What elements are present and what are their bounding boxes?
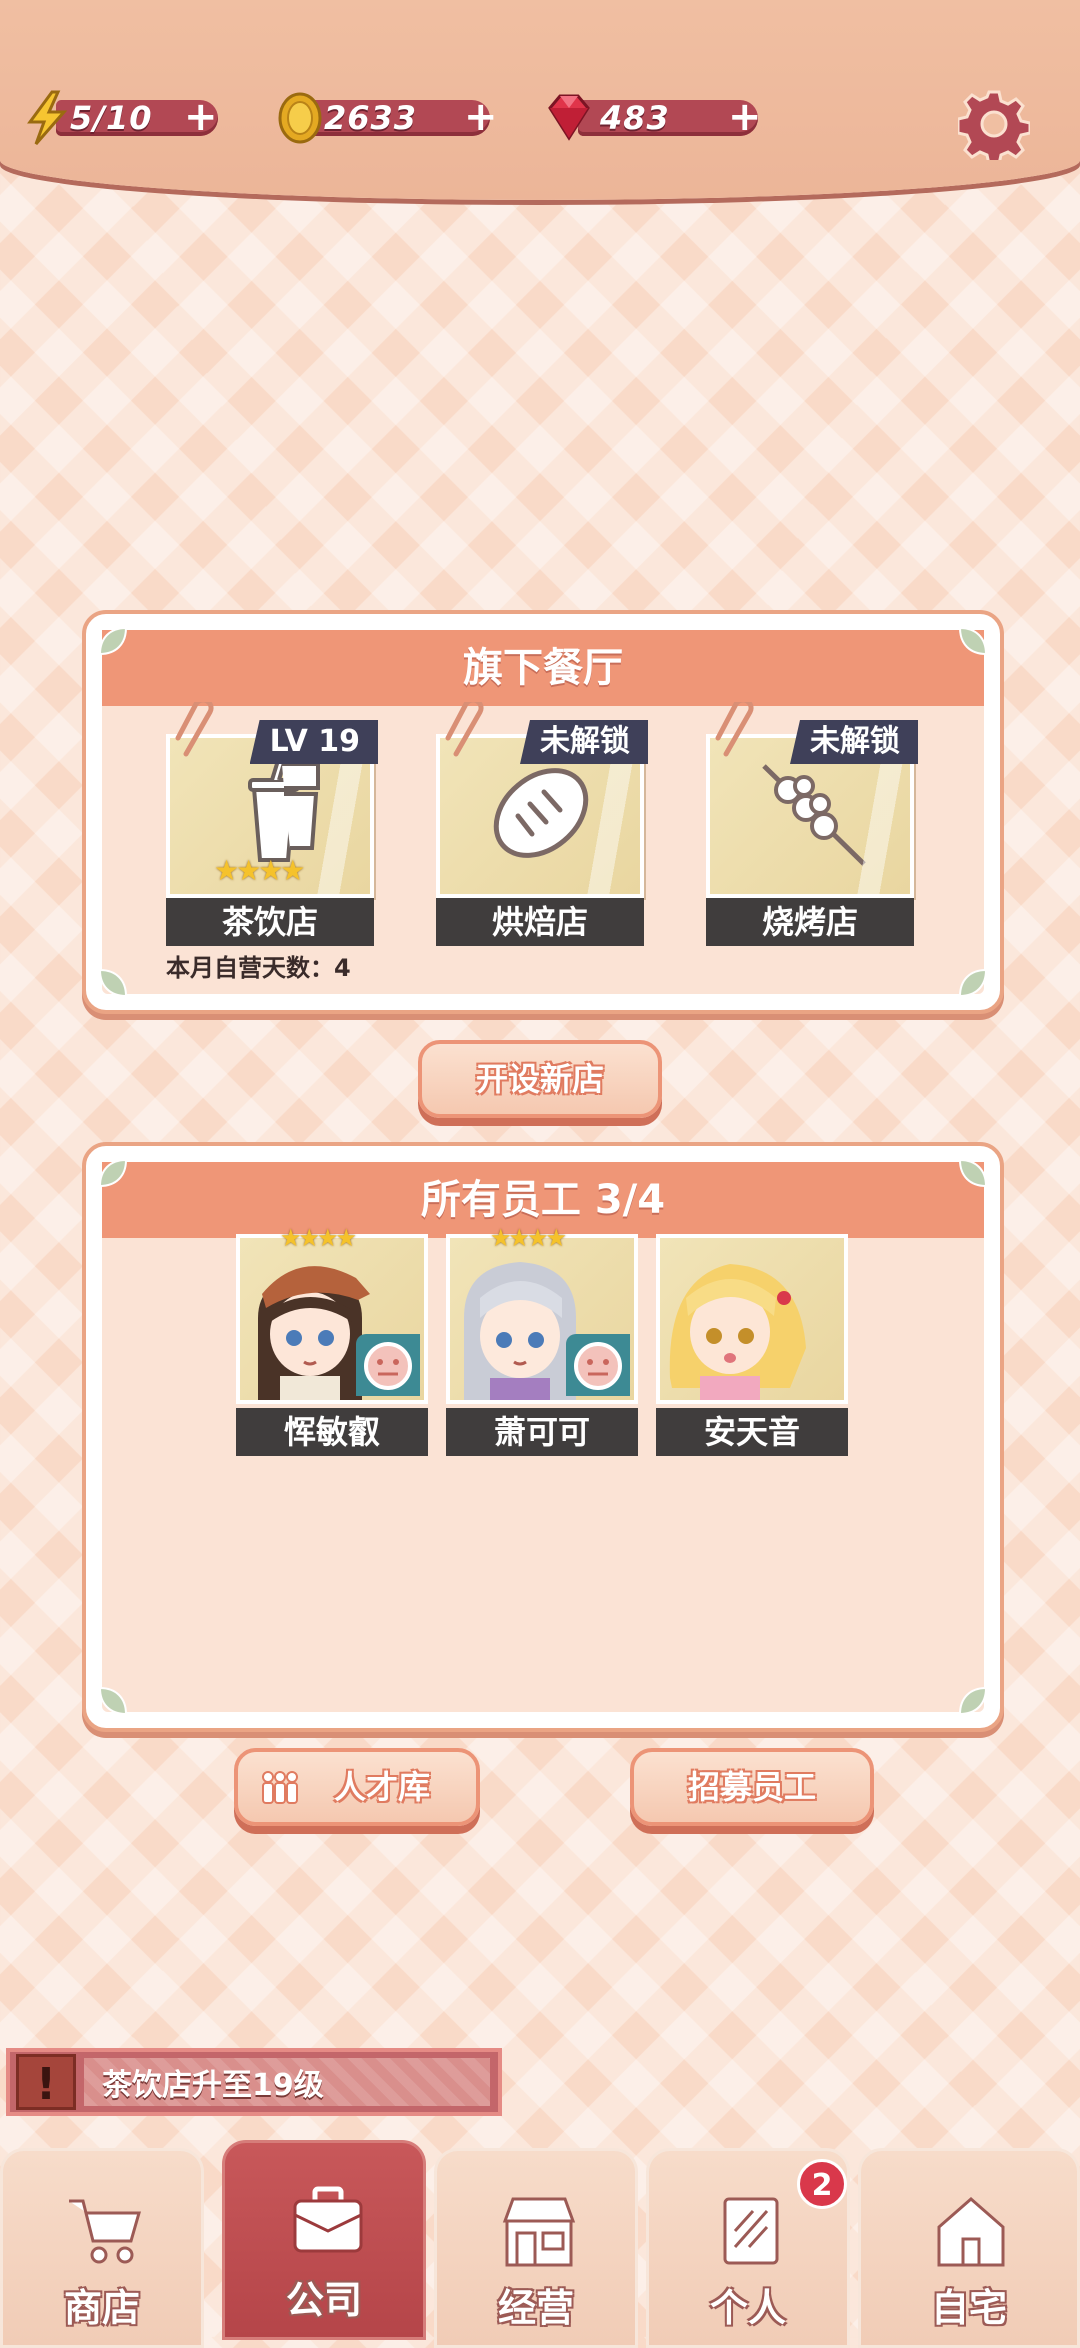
talent-pool-label: 人才库 [333,1768,430,1806]
nav-tab-profile[interactable]: 个人 2 [646,2148,850,2348]
add-coins-button[interactable]: + [464,97,498,137]
shop-card-bbq[interactable]: 烧烤店 未解锁 [706,702,918,946]
gear-icon[interactable] [958,88,1030,160]
shop-card-tea[interactable]: ★★★★ 茶饮店 LV 19 [166,702,378,946]
mood-indicator [356,1334,420,1396]
paperclip-icon [715,702,754,757]
leaf-decoration-icon [98,626,128,656]
nav-tab-company[interactable]: 公司 [222,2140,426,2340]
shop-rating-stars: ★★★★ [214,854,305,887]
add-energy-button[interactable]: + [184,97,218,137]
leaf-decoration-icon [958,1686,988,1716]
restaurants-title: 旗下餐厅 [102,630,984,706]
shop-level-tag: LV 19 [249,720,378,764]
mood-indicator [566,1334,630,1396]
nav-label: 公司 [285,2278,362,2322]
notification-text: 茶饮店升至19级 [102,2068,324,2103]
paperclip-icon [445,702,484,757]
bread-icon [493,768,589,858]
nav-label: 经营 [497,2286,574,2330]
id-card-icon [723,2197,779,2265]
leaf-decoration-icon [958,626,988,656]
talent-pool-button[interactable]: 人才库 [234,1748,480,1826]
bottom-nav: 商店 公司 经营 个人 2 自宅 [0,2140,1080,2348]
open-new-shop-button[interactable]: 开设新店 [418,1040,662,1118]
neutral-face-icon [574,1342,622,1390]
top-bar: 5/10 + 2633 + 483 + [0,0,1080,200]
skewer-icon [762,764,866,866]
coin-value: 2633 [324,99,418,137]
nav-label: 自宅 [930,2286,1007,2330]
notification-badge: 2 [797,2159,847,2209]
shop-locked-tag: 未解锁 [520,720,648,764]
nav-tab-home[interactable]: 自宅 [858,2148,1080,2348]
coin-counter[interactable]: 2633 + [278,92,502,144]
staff-name: 恽敏叡 [236,1408,428,1456]
tea-cup-icon [248,751,320,862]
nav-tab-shop[interactable]: 商店 [0,2148,204,2348]
staff-card[interactable]: 安天音 [656,1234,848,1456]
staff-name: 安天音 [656,1408,848,1456]
staff-name: 萧可可 [446,1408,638,1456]
staff-card[interactable]: ★★★★ 萧可可 [446,1224,638,1456]
cart-icon [69,2199,141,2264]
coin-icon [278,92,322,144]
neutral-face-icon [364,1342,412,1390]
energy-counter[interactable]: 5/10 + [27,90,224,145]
self-operated-days-label: 本月自营天数：4 [166,954,351,982]
energy-value: 5/10 [70,99,153,137]
leaf-decoration-icon [98,1686,128,1716]
lightning-icon [27,90,68,145]
shop-name: 烧烤店 [706,898,914,946]
shop-locked-tag: 未解锁 [790,720,918,764]
nav-tab-operations[interactable]: 经营 [434,2148,638,2348]
people-icon [262,1771,298,1804]
leaf-decoration-icon [958,968,988,998]
gem-counter[interactable]: 483 + [548,94,770,141]
shop-name: 茶饮店 [166,898,374,946]
staff-avatar [669,1264,806,1400]
shop-name: 烘焙店 [436,898,644,946]
house-icon [937,2197,1005,2267]
staff-rating-stars: ★★★★ [490,1224,567,1252]
leaf-decoration-icon [98,968,128,998]
leaf-decoration-icon [98,1158,128,1188]
staff-card[interactable]: ★★★★ 恽敏叡 [236,1224,428,1456]
notification-banner[interactable]: ! 茶饮店升至19级 [6,2048,502,2116]
paperclip-icon [175,702,214,757]
nav-label: 商店 [63,2286,140,2330]
shop-card-bakery[interactable]: 烘焙店 未解锁 [436,702,648,946]
gem-icon [548,94,590,141]
storefront-icon [502,2197,576,2267]
gem-value: 483 [600,99,670,137]
nav-label: 个人 [709,2286,786,2330]
staff-rating-stars: ★★★★ [280,1224,357,1252]
leaf-decoration-icon [958,1158,988,1188]
alert-icon: ! [16,2054,76,2110]
add-gems-button[interactable]: + [728,97,762,137]
briefcase-icon [293,2186,363,2253]
recruit-staff-button[interactable]: 招募员工 [630,1748,874,1826]
